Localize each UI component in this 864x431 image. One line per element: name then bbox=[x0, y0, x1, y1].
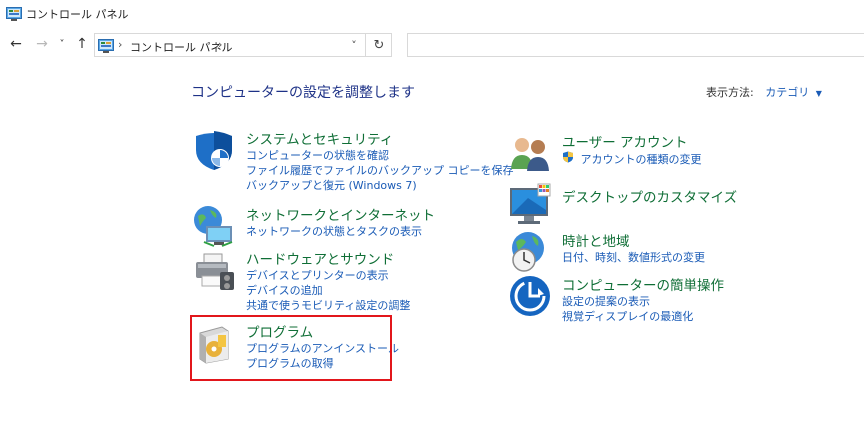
category-links: 設定の提案の表示 視覚ディスプレイの最適化 bbox=[562, 294, 693, 324]
refresh-icon: ↻ bbox=[373, 37, 385, 53]
category-links: ネットワークの状態とタスクの表示 bbox=[246, 224, 422, 239]
category-title-user-accounts[interactable]: ユーザー アカウント bbox=[562, 131, 688, 151]
link-suggested-settings[interactable]: 設定の提案の表示 bbox=[562, 294, 693, 309]
category-title-ease-of-access[interactable]: コンピューターの簡単操作 bbox=[562, 274, 724, 294]
divider bbox=[365, 34, 366, 56]
link-mobility-settings[interactable]: 共通で使うモビリティ設定の調整 bbox=[246, 298, 410, 313]
link-backup-restore[interactable]: バックアップと復元 (Windows 7) bbox=[246, 178, 514, 193]
link-label: アカウントの種類の変更 bbox=[580, 153, 702, 166]
up-button[interactable]: ↑ bbox=[72, 30, 92, 58]
address-bar[interactable]: › コントロール パネル › ˅ ↻ bbox=[94, 33, 392, 57]
users-icon[interactable] bbox=[508, 131, 552, 175]
category-title-appearance[interactable]: デスクトップのカスタマイズ bbox=[562, 186, 737, 206]
category-title-clock-region[interactable]: 時計と地域 bbox=[562, 230, 630, 250]
network-globe-icon[interactable] bbox=[192, 204, 236, 248]
link-date-time-format[interactable]: 日付、時刻、数値形式の変更 bbox=[562, 250, 705, 265]
forward-button[interactable]: → bbox=[32, 30, 52, 58]
back-button[interactable]: ← bbox=[6, 30, 26, 58]
chevron-down-icon: ˅ bbox=[351, 38, 357, 52]
category-title-network-internet[interactable]: ネットワークとインターネット bbox=[246, 204, 435, 224]
category-title-hardware-sound[interactable]: ハードウェアとサウンド bbox=[246, 248, 394, 268]
window-title: コントロール パネル bbox=[26, 8, 129, 21]
breadcrumb-separator[interactable]: › bbox=[218, 38, 222, 51]
category-links: 日付、時刻、数値形式の変更 bbox=[562, 250, 705, 265]
printer-icon[interactable] bbox=[192, 248, 236, 292]
uac-shield-icon bbox=[563, 151, 573, 163]
link-devices-printers[interactable]: デバイスとプリンターの表示 bbox=[246, 268, 410, 283]
clock-globe-icon[interactable] bbox=[508, 230, 552, 274]
control-panel-icon bbox=[6, 6, 22, 25]
category-links: デバイスとプリンターの表示 デバイスの追加 共通で使うモビリティ設定の調整 bbox=[246, 268, 410, 313]
highlight-box bbox=[190, 315, 392, 381]
category-title-system-security[interactable]: システムとセキュリティ bbox=[246, 128, 393, 148]
control-panel-icon bbox=[98, 38, 114, 57]
back-arrow-icon: ← bbox=[10, 36, 22, 52]
link-check-computer-status[interactable]: コンピューターの状態を確認 bbox=[246, 148, 514, 163]
address-dropdown-button[interactable]: ˅ bbox=[345, 34, 363, 56]
recent-locations-button[interactable]: ˅ bbox=[55, 30, 69, 58]
breadcrumb-separator[interactable]: › bbox=[118, 38, 122, 51]
ease-of-access-icon[interactable] bbox=[508, 274, 552, 318]
link-network-status[interactable]: ネットワークの状態とタスクの表示 bbox=[246, 224, 422, 239]
view-by-dropdown[interactable]: カテゴリ bbox=[765, 86, 809, 99]
up-arrow-icon: ↑ bbox=[76, 36, 88, 52]
navigation-bar: ← → ˅ ↑ › コントロール パネル › ˅ ↻ bbox=[0, 30, 864, 60]
forward-arrow-icon: → bbox=[36, 36, 48, 52]
shield-icon[interactable] bbox=[192, 128, 236, 172]
link-optimize-visual-display[interactable]: 視覚ディスプレイの最適化 bbox=[562, 309, 693, 324]
category-links: コンピューターの状態を確認 ファイル履歴でファイルのバックアップ コピーを保存 … bbox=[246, 148, 514, 193]
page-title: コンピューターの設定を調整します bbox=[191, 85, 415, 101]
chevron-down-icon: ˅ bbox=[59, 38, 65, 50]
category-links: アカウントの種類の変更 bbox=[562, 151, 702, 167]
view-by-label: 表示方法: bbox=[706, 86, 754, 99]
link-add-device[interactable]: デバイスの追加 bbox=[246, 283, 410, 298]
desktop-monitor-icon[interactable] bbox=[508, 182, 552, 226]
caret-down-icon[interactable]: ▼ bbox=[816, 89, 822, 98]
link-change-account-type[interactable]: アカウントの種類の変更 bbox=[562, 151, 702, 167]
title-bar: コントロール パネル bbox=[0, 0, 864, 28]
refresh-button[interactable]: ↻ bbox=[369, 34, 389, 56]
link-file-history-backup[interactable]: ファイル履歴でファイルのバックアップ コピーを保存 bbox=[246, 163, 514, 178]
search-input[interactable] bbox=[407, 33, 864, 57]
view-by: 表示方法: カテゴリ ▼ bbox=[706, 84, 822, 100]
